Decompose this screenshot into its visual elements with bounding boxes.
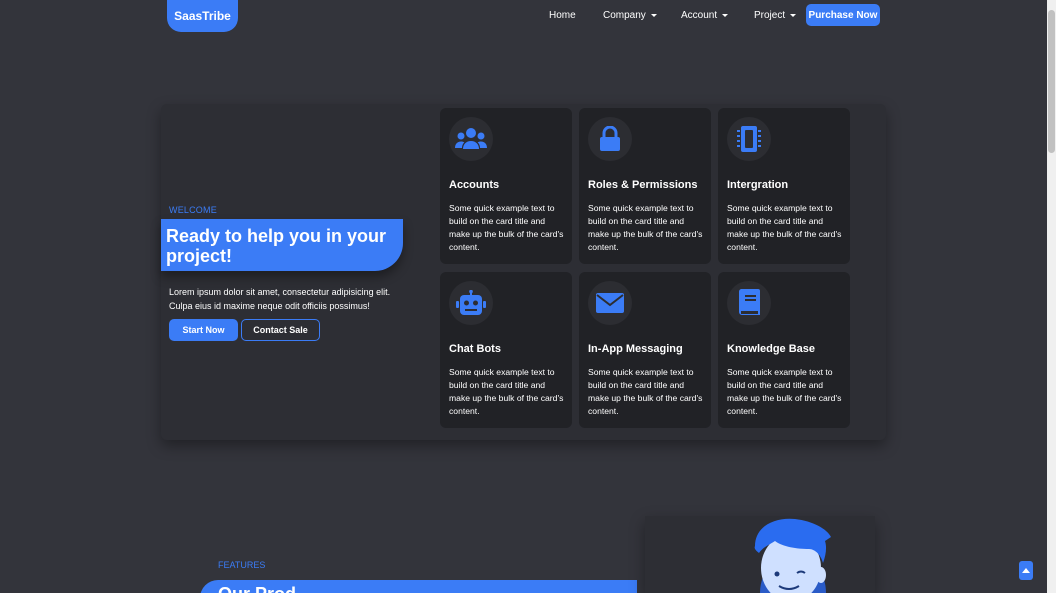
nav-account[interactable]: Account: [681, 10, 729, 21]
envelope-icon: [588, 281, 632, 325]
card-integration[interactable]: Intergration Some quick example text to …: [718, 108, 850, 264]
card-body: Some quick example text to build on the …: [588, 367, 703, 416]
book-icon: [727, 281, 771, 325]
chip-icon: [727, 117, 771, 161]
start-now-button[interactable]: Start Now: [169, 319, 238, 341]
features-label: FEATURES: [218, 560, 266, 570]
card-title: Chat Bots: [449, 343, 501, 355]
back-to-top-button[interactable]: [1019, 561, 1033, 580]
page: SaasTribe Home Company Account Project P…: [0, 0, 1047, 593]
card-roles-permissions[interactable]: Roles & Permissions Some quick example t…: [579, 108, 711, 264]
users-icon: [449, 117, 493, 161]
card-title: Accounts: [449, 179, 500, 191]
chevron-down-icon: [650, 14, 657, 17]
nav-project[interactable]: Project: [754, 10, 797, 21]
scrollbar-thumb[interactable]: [1048, 10, 1055, 153]
chevron-up-icon: [1022, 568, 1030, 573]
card-body: Some quick example text to build on the …: [727, 367, 842, 416]
nav-home-label: Home: [549, 10, 576, 21]
nav-company[interactable]: Company: [603, 10, 657, 21]
card-body: Some quick example text to build on the …: [727, 203, 842, 252]
card-body: Some quick example text to build on the …: [588, 203, 703, 252]
card-body: Some quick example text to build on the …: [449, 203, 564, 252]
card-title: Knowledge Base: [727, 343, 816, 355]
card-chat-bots[interactable]: Chat Bots Some quick example text to bui…: [440, 272, 572, 428]
features-title: Our Prod...: [218, 584, 311, 593]
robot-icon: [449, 281, 493, 325]
lock-icon: [588, 117, 632, 161]
nav-account-label: Account: [681, 10, 718, 21]
hero-description: Lorem ipsum dolor sit amet, consectetur …: [169, 287, 391, 311]
contact-sale-button[interactable]: Contact Sale: [241, 319, 320, 341]
card-title: Roles & Permissions: [588, 179, 698, 191]
card-title: In-App Messaging: [588, 343, 683, 355]
chevron-down-icon: [722, 14, 729, 17]
card-body: Some quick example text to build on the …: [449, 367, 564, 416]
card-accounts[interactable]: Accounts Some quick example text to buil…: [440, 108, 572, 264]
developer-avatar-illustration: [754, 518, 831, 593]
welcome-label: WELCOME: [169, 205, 217, 215]
chevron-down-icon: [790, 14, 797, 17]
nav-home[interactable]: Home: [549, 10, 576, 21]
nav-company-label: Company: [603, 10, 646, 21]
hero-headline: Ready to help you in your project!: [161, 219, 403, 271]
purchase-now-button[interactable]: Purchase Now: [806, 4, 880, 26]
nav-project-label: Project: [754, 10, 786, 21]
card-title: Intergration: [727, 179, 789, 191]
brand-logo[interactable]: SaasTribe: [167, 0, 238, 32]
card-knowledge-base[interactable]: Knowledge Base Some quick example text t…: [718, 272, 850, 428]
features-illustration-panel: [645, 516, 875, 593]
card-in-app-messaging[interactable]: In-App Messaging Some quick example text…: [579, 272, 711, 428]
